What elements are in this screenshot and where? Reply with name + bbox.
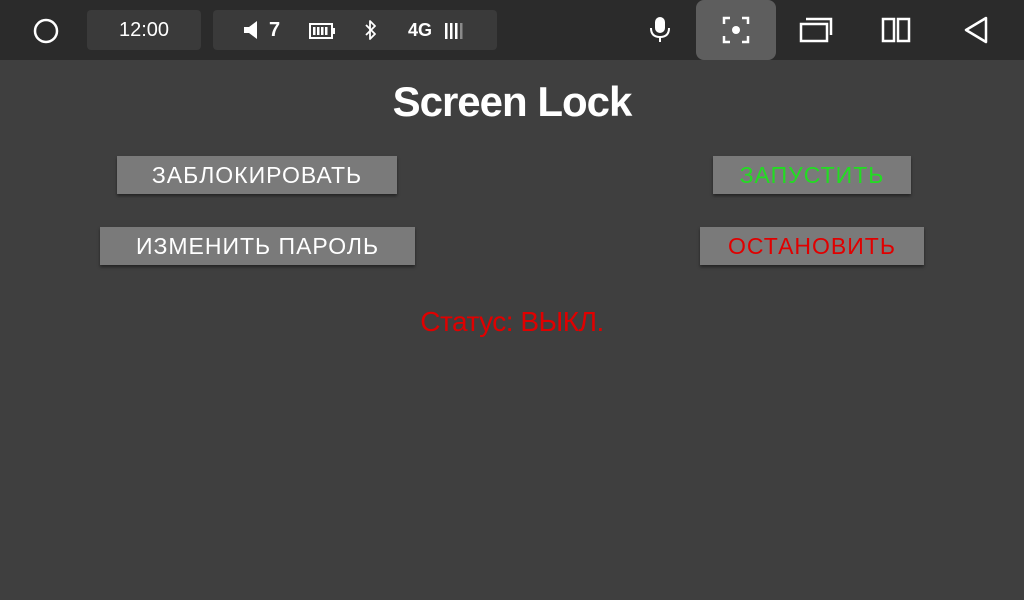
page-title: Screen Lock (392, 78, 633, 125)
start-button[interactable]: ЗАПУСТИТЬ (713, 156, 911, 194)
recent-apps-icon (799, 17, 833, 43)
home-button[interactable] (30, 16, 62, 46)
status-indicators: 7 4G (213, 10, 497, 50)
back-icon (964, 16, 988, 44)
stop-button[interactable]: ОСТАНОВИТЬ (700, 227, 924, 265)
back-button[interactable] (956, 0, 996, 60)
screenshot-icon (722, 16, 750, 44)
network-type: 4G (408, 20, 433, 40)
status-bar: 12:00 7 4G (0, 0, 1024, 60)
circle-home-icon (33, 18, 59, 44)
microphone-icon (650, 17, 670, 42)
speaker-icon (244, 21, 257, 39)
signal-icon (445, 23, 463, 39)
clock-pill: 12:00 (87, 10, 201, 50)
recent-apps-button[interactable] (796, 0, 836, 60)
status-text: Статус: ВЫКЛ. (420, 306, 604, 337)
split-screen-button[interactable] (876, 0, 916, 60)
bluetooth-icon (365, 20, 376, 40)
battery-icon (309, 23, 335, 39)
lock-button[interactable]: ЗАБЛОКИРОВАТЬ (117, 156, 397, 194)
clock-time: 12:00 (118, 18, 170, 41)
split-screen-icon (881, 17, 911, 43)
change-password-button[interactable]: ИЗМЕНИТЬ ПАРОЛЬ (100, 227, 415, 265)
microphone-button[interactable] (640, 0, 680, 60)
volume-level: 7 (269, 19, 281, 41)
screenshot-button[interactable] (696, 0, 776, 60)
